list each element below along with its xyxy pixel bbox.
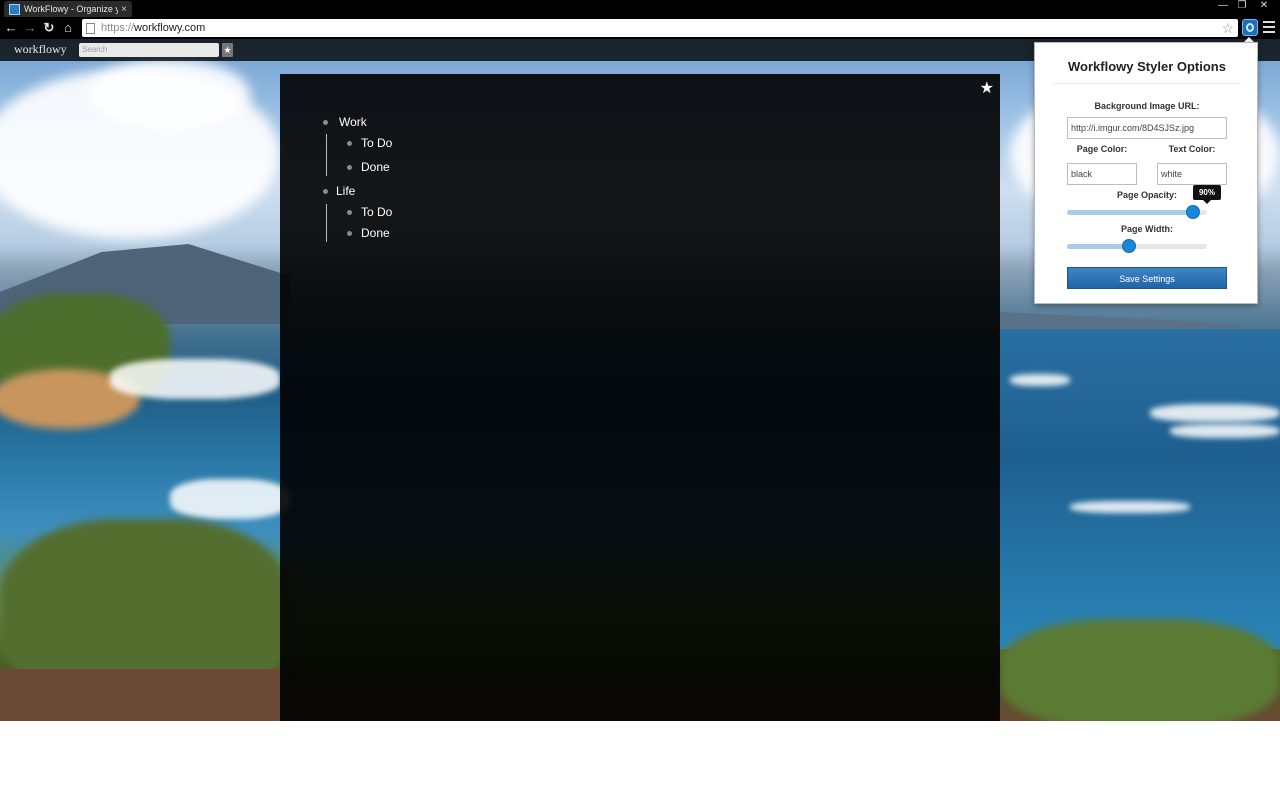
slider-fill	[1067, 210, 1193, 215]
bullet-icon[interactable]	[323, 119, 328, 125]
bg-url-field[interactable]: http://i.imgur.com/8D4SJSz.jpg	[1067, 117, 1227, 139]
item-text[interactable]: To Do	[361, 136, 392, 150]
width-label: Page Width:	[1121, 224, 1173, 234]
list-item[interactable]: Life	[323, 184, 355, 198]
bullet-icon[interactable]	[347, 164, 352, 170]
item-text[interactable]: To Do	[361, 205, 392, 219]
workflowy-favicon-icon	[9, 3, 20, 15]
children-guide-line	[326, 134, 327, 176]
bullet-icon[interactable]	[347, 230, 352, 236]
list-item[interactable]: Done	[347, 160, 390, 174]
background-surf	[1070, 501, 1190, 513]
restore-button[interactable]: ❐	[1234, 0, 1250, 14]
opacity-label: Page Opacity:	[1116, 190, 1178, 200]
tab-close-icon[interactable]: ×	[121, 4, 127, 15]
minimize-button[interactable]: —	[1215, 0, 1231, 14]
workflowy-page: ★ Work To Do Done Life To Do Done	[280, 74, 1000, 721]
item-text[interactable]: Work	[339, 115, 367, 129]
bg-url-label: Background Image URL:	[1094, 101, 1200, 111]
background-surf	[1170, 424, 1280, 438]
tab-title: WorkFlowy - Organize yo	[24, 4, 119, 14]
list-item[interactable]: To Do	[347, 205, 392, 219]
bullet-icon[interactable]	[347, 209, 352, 215]
page-color-label: Page Color:	[1076, 144, 1128, 154]
background-surf	[170, 479, 290, 519]
text-color-field[interactable]: white	[1157, 163, 1227, 185]
list-item[interactable]: Work	[323, 115, 367, 129]
background-surf	[110, 359, 280, 399]
item-text[interactable]: Life	[336, 184, 355, 198]
bullet-icon[interactable]	[323, 188, 328, 194]
popup-title: Workflowy Styler Options	[1068, 59, 1226, 74]
close-window-button[interactable]: ✕	[1256, 0, 1272, 14]
background-surf	[1150, 404, 1280, 422]
url-host: workflowy.com	[134, 22, 206, 34]
item-text[interactable]: Done	[361, 226, 390, 240]
text-color-label: Text Color:	[1168, 144, 1216, 154]
address-bar[interactable]: https:// workflowy.com ☆	[82, 19, 1238, 37]
item-text[interactable]: Done	[361, 160, 390, 174]
opacity-tooltip: 90%	[1193, 185, 1221, 200]
search-input[interactable]: Search	[79, 43, 219, 57]
slider-thumb[interactable]	[1122, 239, 1136, 253]
menu-icon[interactable]	[1263, 21, 1275, 35]
browser-tab[interactable]: WorkFlowy - Organize yo ×	[4, 1, 132, 17]
home-icon[interactable]: ⌂	[59, 19, 77, 37]
styler-options-popup: Workflowy Styler Options Background Imag…	[1034, 42, 1258, 304]
children-guide-line	[326, 204, 327, 242]
workflowy-logo[interactable]: workflowy	[14, 42, 67, 57]
starred-menu-icon[interactable]: ★	[222, 43, 233, 57]
background-cloud	[90, 59, 250, 129]
width-slider[interactable]	[1067, 239, 1207, 253]
browser-toolbar: ← → ↻ ⌂ https:// workflowy.com ☆	[0, 17, 1280, 39]
star-icon[interactable]: ★	[980, 78, 994, 98]
page-icon	[86, 22, 95, 34]
divider	[1053, 83, 1241, 84]
bookmark-star-icon[interactable]: ☆	[1221, 20, 1234, 36]
tab-strip: WorkFlowy - Organize yo × — ❐ ✕	[0, 0, 1280, 17]
background-dirt	[0, 669, 290, 721]
list-item[interactable]: To Do	[347, 136, 392, 150]
url-scheme: https://	[101, 22, 135, 34]
save-settings-button[interactable]: Save Settings	[1067, 267, 1227, 289]
back-icon[interactable]: ←	[2, 19, 20, 37]
list-item[interactable]: Done	[347, 226, 390, 240]
slider-fill	[1067, 244, 1129, 249]
tooltip-pointer	[1203, 200, 1211, 204]
forward-icon[interactable]: →	[21, 19, 39, 37]
background-surf	[1010, 374, 1070, 386]
extension-icon[interactable]	[1242, 19, 1258, 36]
bullet-icon[interactable]	[347, 140, 352, 146]
page-color-field[interactable]: black	[1067, 163, 1137, 185]
reload-icon[interactable]: ↻	[40, 19, 58, 37]
slider-thumb[interactable]	[1186, 205, 1200, 219]
background-vegetation	[1000, 619, 1280, 721]
opacity-slider[interactable]	[1067, 205, 1207, 219]
